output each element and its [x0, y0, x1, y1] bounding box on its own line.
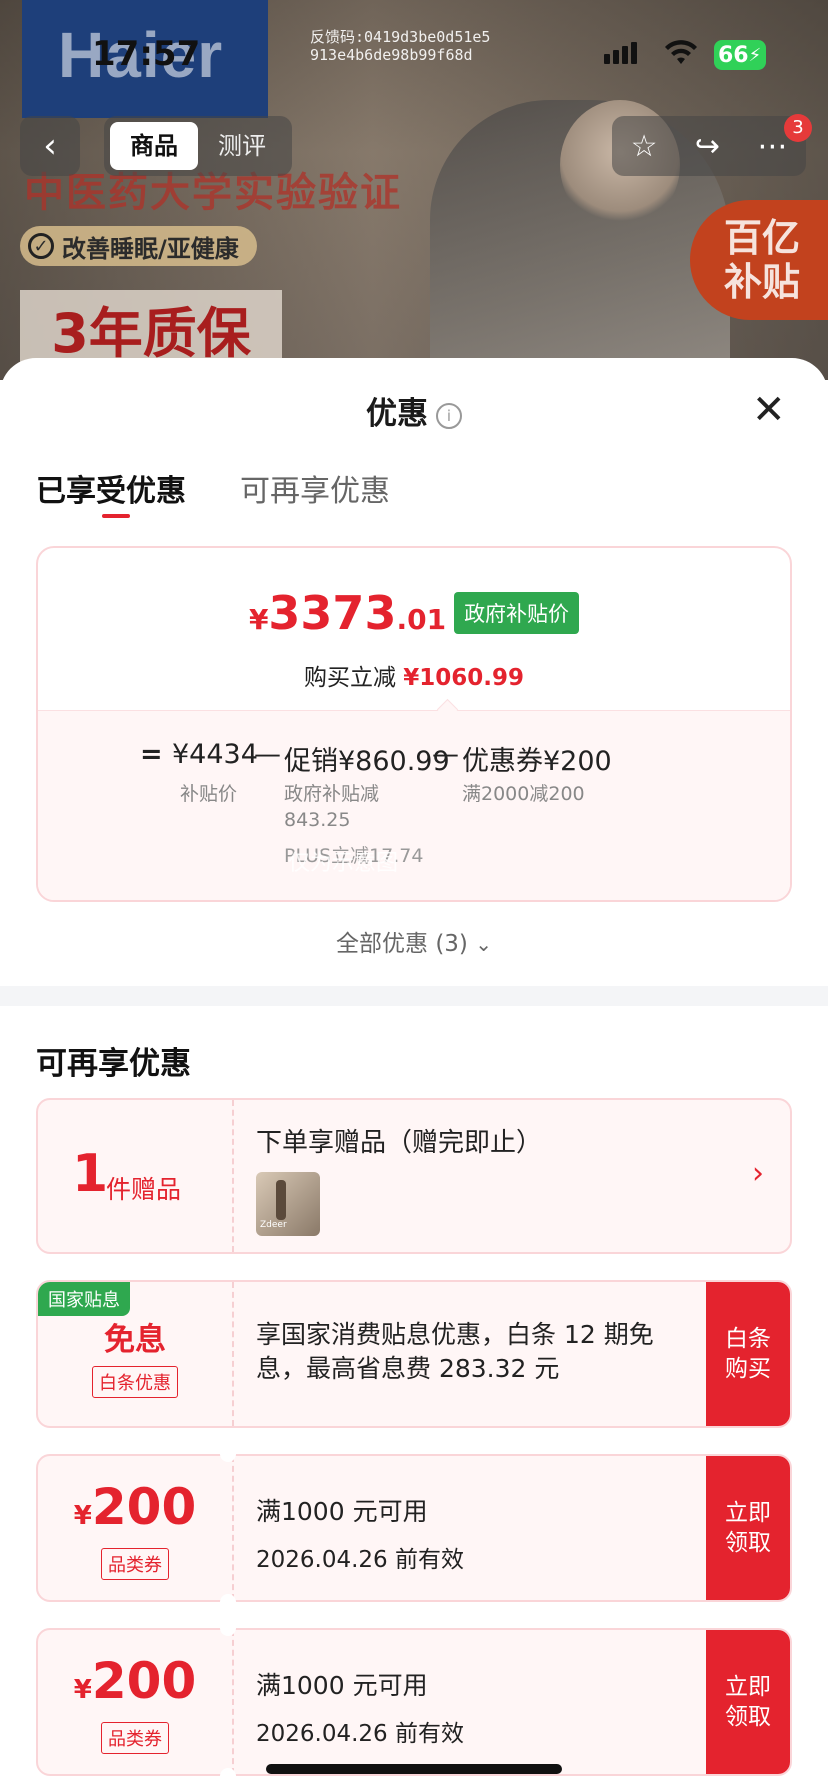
coupon-discount: 优惠券¥200 [462, 746, 612, 777]
coupon-condition: 满2000减200 [462, 783, 585, 805]
feedback-code-line2: 913e4b6de98b99f68d [310, 46, 473, 64]
tab-product[interactable]: 商品 [110, 122, 198, 170]
gift-count: 1 [72, 1144, 109, 1204]
more-offers-title: 可再享优惠 [36, 1046, 191, 1082]
price-summary-card: ¥3373.01 政府补贴价 购买立减 ¥1060.99 = ¥4434 — 促销… [36, 546, 792, 902]
subsidy-badge: 百亿 补贴 [690, 200, 828, 320]
back-button[interactable]: ‹ [20, 116, 80, 176]
interest-free-desc: 享国家消费贴息优惠，白条 12 期免息，最高省息费 283.32 元 [256, 1320, 654, 1383]
coupon-condition: 满1000 元可用 [256, 1671, 428, 1700]
info-icon[interactable]: i [436, 402, 462, 429]
coupon-validity: 2026.04.26 前有效 [256, 1547, 464, 1573]
final-price-row: ¥3373.01 政府补贴价 [38, 586, 790, 640]
coupon-card: ¥200 品类券 满1000 元可用 2026.04.26 前有效 立即领取 [36, 1454, 792, 1602]
more-icon[interactable]: ⋯ [757, 129, 787, 164]
feedback-code-line1: 反馈码:0419d3be0d51e5 [310, 28, 491, 46]
status-time: 17:57 [92, 34, 201, 74]
claim-coupon-button[interactable]: 立即领取 [706, 1456, 790, 1600]
coupon-condition: 满1000 元可用 [256, 1497, 428, 1526]
battery-level: 66 [718, 42, 749, 68]
check-icon: ✓ [28, 233, 54, 259]
all-offers-label: 全部优惠 (3) [336, 931, 468, 957]
ticket-notch [220, 1768, 236, 1784]
ticket-notch [220, 1594, 236, 1610]
subsidy-line2: 补贴 [724, 260, 801, 304]
share-icon[interactable]: ↪ [695, 129, 720, 164]
gov-subsidy-reduction-value: 843.25 [284, 809, 351, 831]
base-price: ¥4434 [172, 739, 258, 770]
warranty-banner: 3年质保 [20, 290, 282, 366]
tab-review[interactable]: 测评 [198, 122, 286, 170]
offer-tabs: 已享受优惠 可再享优惠 [36, 466, 390, 518]
coupon-card: ¥200 品类券 满1000 元可用 2026.04.26 前有效 立即领取 [36, 1628, 792, 1776]
coupon-amount-area: ¥200 品类券 [38, 1630, 234, 1774]
active-tab-indicator [102, 514, 130, 518]
feedback-code: 反馈码:0419d3be0d51e5 913e4b6de98b99f68d [310, 28, 490, 64]
gift-card[interactable]: 1 件赠品 下单享赠品（赠完即止） Zdeer › [36, 1098, 792, 1254]
minus-sign: — [254, 739, 281, 770]
instant-discount-label: 购买立减 [303, 665, 396, 691]
gov-subsidy-reduction-label: 政府补贴减 [284, 783, 380, 805]
benefit-pill: ✓ 改善睡眠/亚健康 [20, 226, 257, 266]
promo-discount: 促销¥860.99 [284, 746, 450, 777]
subsidy-line1: 百亿 [724, 216, 801, 260]
tab-enjoyed-label: 已享受优惠 [36, 474, 186, 509]
coupon-validity: 2026.04.26 前有效 [256, 1721, 464, 1747]
gift-thumbnail[interactable]: Zdeer [256, 1172, 320, 1236]
tab-enjoyed-offers[interactable]: 已享受优惠 [36, 466, 186, 518]
tab-more-offers[interactable]: 可再享优惠 [240, 466, 390, 510]
section-divider [0, 986, 828, 1006]
offers-sheet: 优惠 i ✕ 已享受优惠 可再享优惠 ¥3373.01 政府补贴价 购买立减 ¥10… [0, 358, 828, 1792]
product-tabs: 商品 测评 [104, 116, 292, 176]
gift-thumbnail-caption: Zdeer [260, 1220, 287, 1230]
equals-sign: = [140, 739, 163, 770]
baitiao-buy-button[interactable]: 白条购买 [706, 1282, 790, 1426]
coupon-amount: ¥200 [73, 1478, 197, 1536]
interest-free-left: 免息 白条优惠 [38, 1282, 234, 1426]
star-icon[interactable]: ☆ [631, 129, 658, 164]
chevron-right-icon: › [752, 1156, 764, 1191]
gov-subsidy-price-tag: 政府补贴价 [454, 592, 580, 634]
base-price-label: 补贴价 [180, 783, 238, 805]
minus-sign: — [432, 739, 459, 770]
coupon-amount: ¥200 [73, 1652, 197, 1710]
battery-icon: 66 ⚡ [714, 40, 766, 70]
ticket-notch [220, 1620, 236, 1636]
nav-actions: ☆ ↪ ⋯ [612, 116, 806, 176]
interest-free-title: 免息 [104, 1322, 166, 1358]
all-offers-toggle[interactable]: 全部优惠 (3) ⌄ [0, 924, 828, 958]
coupon-amount-area: ¥200 品类券 [38, 1456, 234, 1600]
gift-count-area: 1 件赠品 [38, 1100, 234, 1252]
baitiao-tag: 白条优惠 [92, 1366, 178, 1398]
sheet-title-text: 优惠 [366, 396, 428, 432]
message-count-badge: 3 [784, 114, 812, 142]
interest-free-card: 国家贴息 免息 白条优惠 享国家消费贴息优惠，白条 12 期免息，最高省息费 2… [36, 1280, 792, 1428]
instant-discount-value: ¥1060.99 [403, 665, 525, 691]
sheet-title: 优惠 i [0, 388, 828, 433]
category-coupon-tag: 品类券 [101, 1722, 169, 1754]
gift-unit: 件赠品 [106, 1175, 182, 1204]
watermark-text: 仅为示意图 [288, 851, 399, 876]
ticket-notch [220, 1446, 236, 1462]
category-coupon-tag: 品类券 [101, 1548, 169, 1580]
benefit-text: 改善睡眠/亚健康 [62, 234, 239, 263]
chevron-down-icon: ⌄ [475, 932, 492, 956]
chevron-left-icon: ‹ [43, 126, 57, 166]
gift-title: 下单享赠品（赠完即止） [256, 1128, 543, 1158]
wifi-icon [665, 40, 697, 64]
price-breakdown: = ¥4434 — 促销¥860.99 — 优惠券¥200 补贴价 政府补贴减 … [38, 710, 790, 900]
final-price: ¥3373.01 [248, 586, 447, 640]
home-indicator[interactable] [266, 1764, 562, 1774]
instant-discount: 购买立减 ¥1060.99 [38, 658, 790, 692]
claim-coupon-button[interactable]: 立即领取 [706, 1630, 790, 1774]
cellular-signal-icon [604, 42, 637, 64]
close-icon[interactable]: ✕ [752, 390, 786, 430]
